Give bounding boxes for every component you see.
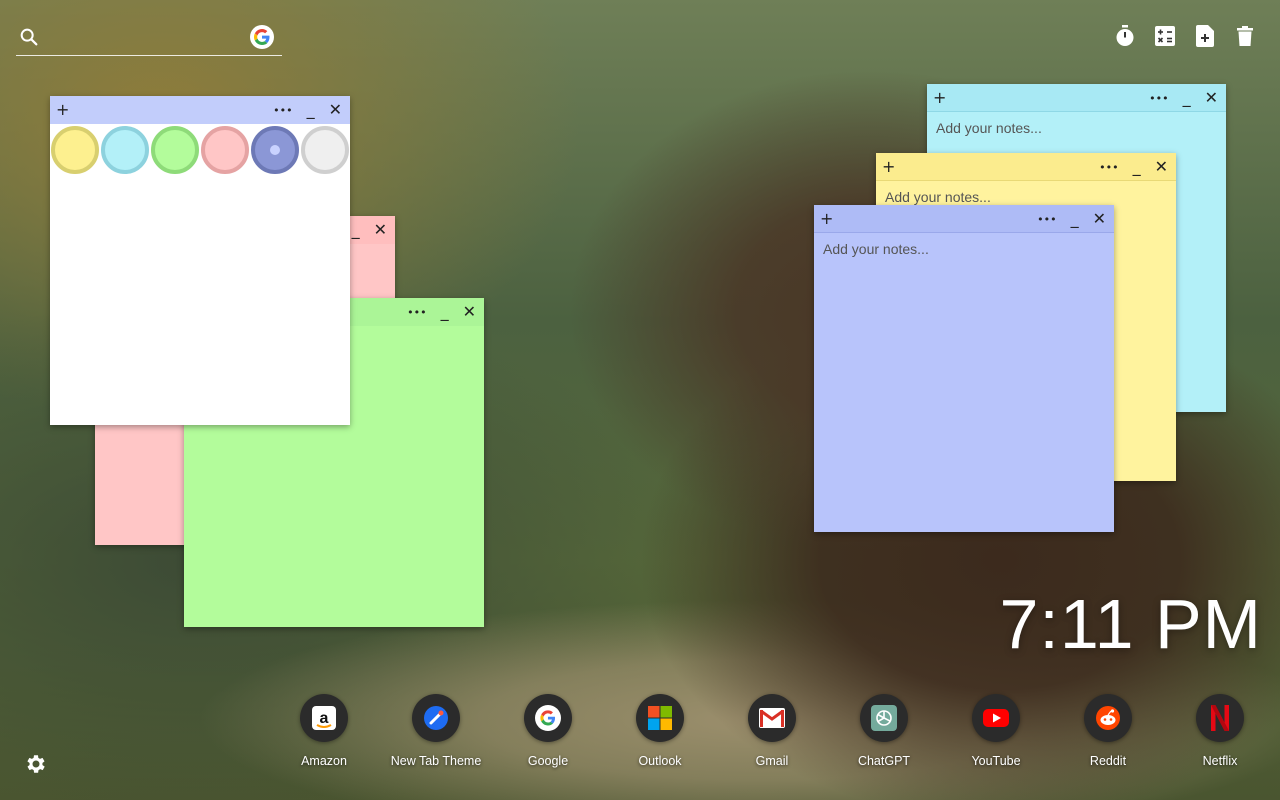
app-outlook[interactable]: Outlook (604, 694, 716, 768)
sticky-note-blue[interactable]: + ••• _ ✕ (814, 205, 1114, 532)
close-button[interactable]: ✕ (463, 304, 476, 320)
note-textarea[interactable] (814, 233, 1114, 532)
color-swatch[interactable] (301, 126, 349, 174)
reddit-icon (1084, 694, 1132, 742)
minimize-button[interactable]: _ (352, 222, 360, 238)
app-label: Amazon (301, 754, 347, 768)
color-swatch[interactable] (51, 126, 99, 174)
sticky-note-white[interactable]: + ••• _ ✕ (50, 96, 350, 425)
color-picker (50, 124, 350, 174)
svg-text:a: a (320, 710, 329, 727)
minimize-button[interactable]: _ (1071, 211, 1079, 227)
more-options-button[interactable]: ••• (1037, 214, 1056, 225)
gmail-icon (748, 694, 796, 742)
more-options-button[interactable]: ••• (1099, 162, 1118, 173)
app-new-tab-theme[interactable]: New Tab Theme (380, 694, 492, 768)
google-icon (524, 694, 572, 742)
search-input[interactable] (50, 26, 240, 50)
app-netflix[interactable]: Netflix (1164, 694, 1276, 768)
note-toolbar: + ••• _ ✕ (876, 153, 1176, 181)
timer-icon[interactable] (1114, 24, 1136, 48)
close-button[interactable]: ✕ (1205, 90, 1218, 106)
add-note-button[interactable]: + (882, 158, 895, 175)
app-label: Google (527, 754, 569, 768)
color-swatch[interactable] (101, 126, 149, 174)
minimize-button[interactable]: _ (1183, 90, 1191, 106)
google-search-icon[interactable] (250, 25, 274, 49)
clock-time: 7:11 PM (999, 585, 1262, 663)
trash-icon[interactable] (1234, 24, 1256, 48)
new-tab-theme-icon (412, 694, 460, 742)
note-toolbar: + ••• _ ✕ (50, 96, 350, 124)
close-button[interactable]: ✕ (374, 222, 387, 238)
app-chatgpt[interactable]: ChatGPT (828, 694, 940, 768)
calculator-icon[interactable] (1154, 24, 1176, 48)
app-label: Netflix (1202, 754, 1238, 768)
minimize-button[interactable]: _ (441, 304, 449, 320)
app-label: Outlook (638, 754, 682, 768)
search-bar (16, 22, 282, 56)
app-label: YouTube (971, 754, 1021, 768)
minimize-button[interactable]: _ (307, 102, 315, 118)
color-swatch[interactable] (201, 126, 249, 174)
add-note-button[interactable]: + (933, 89, 946, 106)
close-button[interactable]: ✕ (1093, 211, 1106, 227)
color-swatch[interactable] (251, 126, 299, 174)
toolbar (1114, 24, 1256, 48)
settings-icon[interactable] (24, 752, 48, 776)
more-options-button[interactable]: ••• (407, 307, 426, 318)
add-note-button[interactable]: + (56, 102, 69, 118)
app-reddit[interactable]: Reddit (1052, 694, 1164, 768)
app-dock: a Amazon New Tab Theme Google Outlook Gm… (268, 694, 1276, 768)
app-label: New Tab Theme (390, 754, 482, 768)
note-toolbar: + ••• _ ✕ (927, 84, 1226, 112)
app-amazon[interactable]: a Amazon (268, 694, 380, 768)
chatgpt-icon (860, 694, 908, 742)
app-label: Gmail (755, 754, 789, 768)
more-options-button[interactable]: ••• (273, 105, 292, 116)
outlook-icon (636, 694, 684, 742)
app-gmail[interactable]: Gmail (716, 694, 828, 768)
search-icon[interactable] (18, 26, 40, 48)
close-button[interactable]: ✕ (1155, 159, 1168, 175)
more-options-button[interactable]: ••• (1149, 93, 1168, 104)
youtube-icon (972, 694, 1020, 742)
add-note-icon[interactable] (1194, 24, 1216, 48)
add-note-button[interactable]: + (820, 210, 833, 227)
minimize-button[interactable]: _ (1133, 159, 1141, 175)
app-label: ChatGPT (857, 754, 911, 768)
app-label: Reddit (1089, 754, 1127, 768)
close-button[interactable]: ✕ (329, 102, 342, 118)
amazon-icon: a (300, 694, 348, 742)
note-toolbar: + ••• _ ✕ (814, 205, 1114, 233)
app-google[interactable]: Google (492, 694, 604, 768)
color-swatch[interactable] (151, 126, 199, 174)
app-youtube[interactable]: YouTube (940, 694, 1052, 768)
netflix-icon (1196, 694, 1244, 742)
